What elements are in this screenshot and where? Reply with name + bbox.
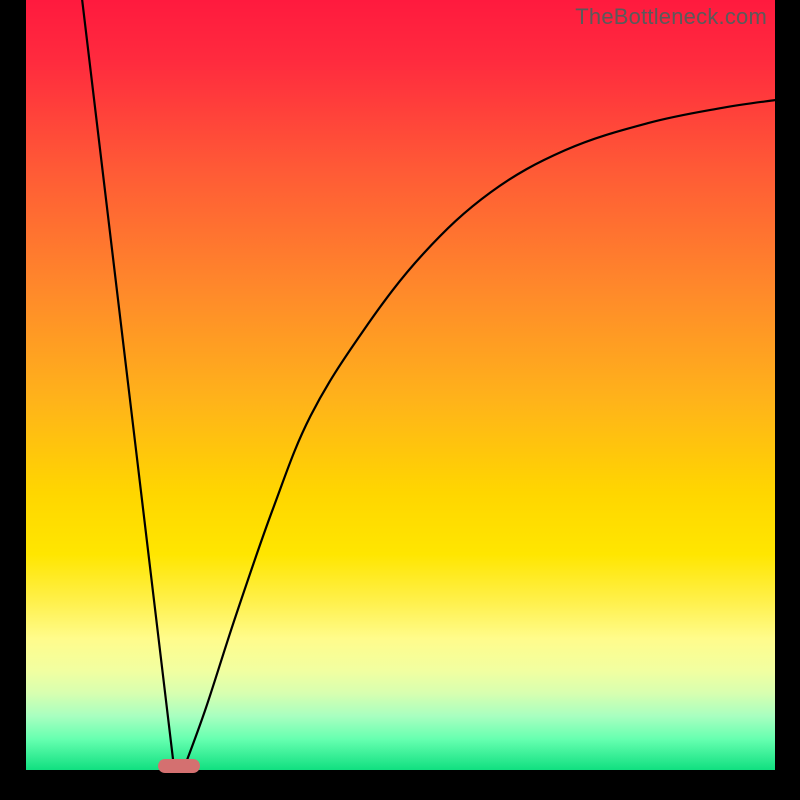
series-right-curve: [183, 100, 775, 770]
minimum-marker: [158, 759, 200, 773]
chart-lines: [26, 0, 775, 770]
chart-area: TheBottleneck.com: [26, 0, 775, 770]
series-left-slope: [82, 0, 174, 770]
